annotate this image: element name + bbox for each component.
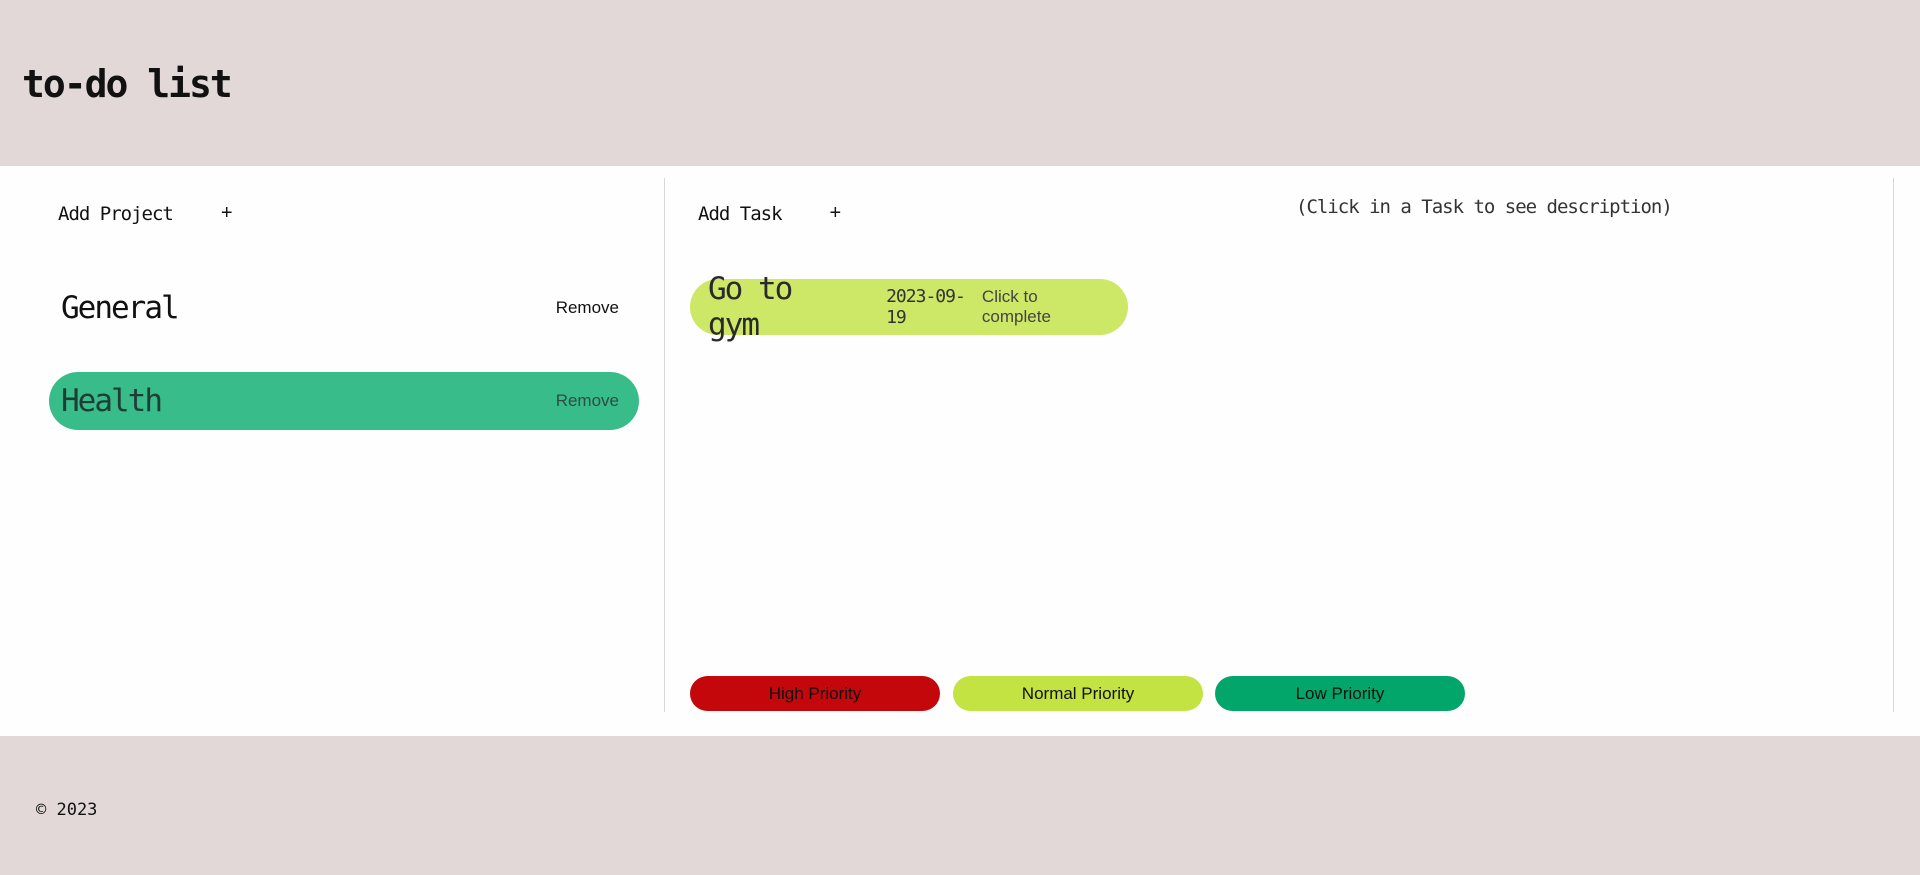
- task-name: Go to gym: [708, 271, 793, 343]
- add-task-label: Add Task: [698, 202, 783, 225]
- priority-normal-badge: Normal Priority: [953, 676, 1203, 711]
- panel-divider: [1893, 178, 1894, 712]
- task-item[interactable]: Go to gym 2023-09-19 Click to complete: [690, 271, 1128, 343]
- add-task-button[interactable]: Add Task +: [698, 202, 841, 225]
- task-description-hint: (Click in a Task to see description): [1296, 196, 1673, 218]
- plus-icon: +: [829, 202, 842, 224]
- task-due-date: 2023-09-19: [886, 286, 966, 328]
- panel-divider: [664, 178, 665, 712]
- project-item-health[interactable]: Health Remove: [49, 372, 639, 430]
- remove-project-button[interactable]: Remove: [556, 298, 619, 318]
- priority-high-badge: High Priority: [690, 676, 940, 711]
- project-name: General: [61, 290, 180, 326]
- priority-low-badge: Low Priority: [1215, 676, 1465, 711]
- page-footer: © 2023: [0, 736, 1920, 875]
- project-item-general[interactable]: General Remove: [49, 279, 639, 337]
- plus-icon: +: [220, 202, 233, 224]
- copyright-text: © 2023: [36, 800, 98, 820]
- add-project-button[interactable]: Add Project +: [58, 202, 233, 225]
- complete-task-button[interactable]: Click to complete: [982, 287, 1108, 327]
- page-header: to-do list: [0, 0, 1920, 166]
- add-project-label: Add Project: [58, 202, 174, 225]
- app-title: to-do list: [22, 62, 233, 106]
- project-name: Health: [61, 383, 163, 419]
- remove-project-button[interactable]: Remove: [556, 391, 619, 411]
